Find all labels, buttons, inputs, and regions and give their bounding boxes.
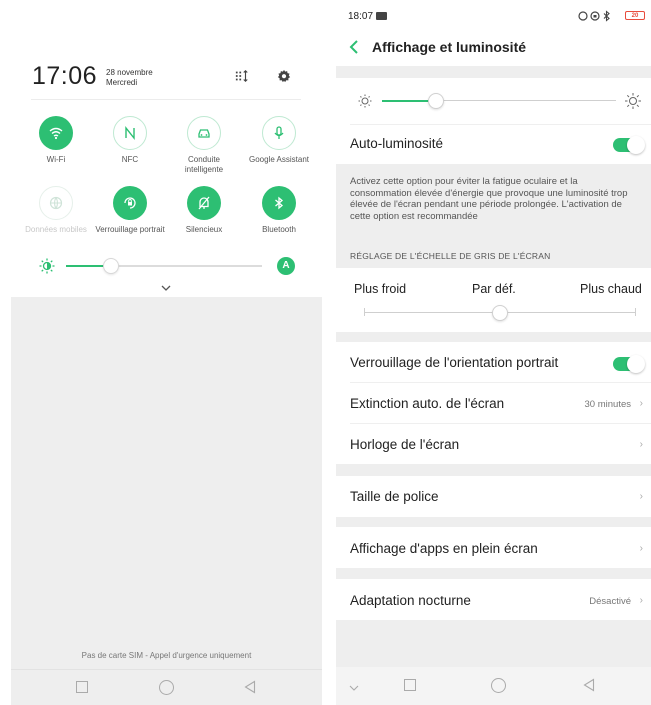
row-separator [350, 423, 651, 424]
wifi-icon [39, 116, 73, 150]
row-separator [350, 382, 651, 383]
screen-clock-label: Horloge de l'écran [350, 437, 460, 452]
status-bar: 18:07 20 [336, 0, 651, 30]
grayscale-section-header: RÉGLAGE DE L'ÉCHELLE DE GRIS DE L'ÉCRAN [350, 251, 551, 261]
status-time: 18:07 [348, 11, 374, 22]
screen-options-card: Verrouillage de l'orientation portrait E… [336, 342, 651, 464]
tile-label: Bluetooth [262, 225, 296, 234]
nfc-icon [113, 116, 147, 150]
grayscale-card [336, 268, 651, 332]
recents-icon[interactable] [76, 681, 88, 693]
tile-nfc[interactable]: NFC [95, 116, 165, 165]
fullscreen-apps-row[interactable]: Affichage d'apps en plein écran › [336, 527, 651, 568]
tile-silent[interactable]: Silencieux [169, 186, 239, 235]
header-divider [31, 99, 301, 100]
grayscale-default-label: Par déf. [472, 282, 516, 296]
quick-settings-area: 17:06 28 novembre Mercredi Wi-Fi NFC Con… [11, 0, 322, 297]
quick-settings-panel: 17:06 28 novembre Mercredi Wi-Fi NFC Con… [11, 0, 322, 705]
home-icon[interactable] [491, 678, 506, 693]
message-icon [376, 12, 387, 20]
font-size-row[interactable]: Taille de police › [336, 476, 651, 517]
brightness-slider-thumb[interactable] [103, 258, 119, 274]
grayscale-warm-label: Plus chaud [580, 282, 642, 296]
row-separator [350, 124, 651, 125]
tile-mobile-data[interactable]: Données mobiles [21, 186, 91, 235]
auto-brightness-toggle[interactable] [613, 136, 645, 154]
globe-icon [39, 186, 73, 220]
tile-label: Google Assistant [248, 155, 310, 164]
grayscale-tick-left [364, 308, 365, 316]
grid-edit-icon[interactable] [233, 69, 251, 85]
tile-label: Silencieux [185, 225, 223, 234]
bell-off-icon [187, 186, 221, 220]
back-arrow-icon[interactable] [348, 38, 362, 56]
auto-brightness-label: Auto-luminosité [350, 136, 444, 151]
lockscreen-background [11, 297, 322, 669]
portrait-lock-label: Verrouillage de l'orientation portrait [350, 355, 559, 370]
brightness-card: Auto-luminosité [336, 78, 651, 164]
screen-timeout-label: Extinction auto. de l'écran [350, 396, 505, 411]
title-bar: Affichage et luminosité [336, 30, 651, 66]
page-title: Affichage et luminosité [372, 39, 527, 55]
sim-notice: Pas de carte SIM - Appel d'urgence uniqu… [81, 651, 252, 660]
tile-bluetooth[interactable]: Bluetooth [241, 186, 317, 235]
recents-icon[interactable] [404, 679, 416, 691]
chevron-right-icon: › [639, 491, 643, 502]
tile-label: Conduite intelligente [184, 155, 224, 174]
back-icon[interactable] [582, 678, 596, 692]
navigation-bar [336, 667, 651, 705]
tile-label: NFC [121, 155, 139, 164]
tile-wifi[interactable]: Wi-Fi [21, 116, 91, 165]
tile-smart-driving[interactable]: Conduite intelligente [169, 116, 239, 175]
display-settings-screen: 18:07 20 Affichage et luminosité Auto-lu… [336, 0, 651, 705]
home-icon[interactable] [159, 680, 174, 695]
tile-portrait-lock[interactable]: Verrouillage portrait [95, 186, 165, 235]
date-block: 28 novembre Mercredi [106, 68, 153, 88]
bluetooth-icon [262, 186, 296, 220]
font-size-label: Taille de police [350, 489, 439, 504]
chevron-right-icon: › [639, 439, 643, 450]
chevron-right-icon: › [639, 595, 643, 606]
nav-hide-icon[interactable] [348, 680, 360, 691]
sun-low-icon [358, 94, 372, 108]
sun-high-icon [625, 93, 641, 109]
brightness-icon [39, 258, 55, 274]
back-icon[interactable] [243, 680, 257, 694]
grayscale-tick-right [635, 308, 636, 316]
toggle-knob [627, 355, 645, 373]
portrait-lock-toggle[interactable] [613, 355, 645, 373]
chevron-right-icon: › [639, 398, 643, 409]
rotation-lock-icon [113, 186, 147, 220]
clock: 17:06 [32, 62, 98, 90]
toggle-knob [627, 136, 645, 154]
tile-google-assistant[interactable]: Google Assistant [241, 116, 317, 165]
navigation-bar [11, 669, 322, 705]
gear-icon[interactable] [275, 69, 293, 85]
brightness-slider-thumb[interactable] [428, 93, 444, 109]
chevron-down-icon[interactable] [159, 280, 173, 291]
date-text: 28 novembre [106, 68, 153, 77]
tile-label: Données mobiles [25, 225, 87, 234]
status-icons [577, 10, 617, 25]
microphone-icon [262, 116, 296, 150]
auto-brightness-description: Activez cette option pour éviter la fati… [350, 176, 628, 222]
night-mode-label: Adaptation nocturne [350, 593, 471, 608]
night-mode-row[interactable]: Adaptation nocturne Désactivé › [336, 579, 651, 620]
tile-label: Wi-Fi [46, 155, 66, 164]
brightness-slider-fill [382, 100, 434, 102]
chevron-right-icon: › [639, 543, 643, 554]
tile-label: Verrouillage portrait [95, 225, 165, 234]
fullscreen-apps-label: Affichage d'apps en plein écran [350, 541, 538, 556]
grayscale-cold-label: Plus froid [354, 282, 407, 296]
car-icon [187, 116, 221, 150]
auto-brightness-button[interactable]: A [277, 257, 295, 275]
weekday-text: Mercredi [106, 78, 138, 87]
battery-icon: 20 [625, 11, 645, 20]
grayscale-slider-thumb[interactable] [492, 305, 508, 321]
night-mode-value: Désactivé [589, 596, 631, 607]
screen-timeout-value: 30 minutes [584, 399, 631, 410]
